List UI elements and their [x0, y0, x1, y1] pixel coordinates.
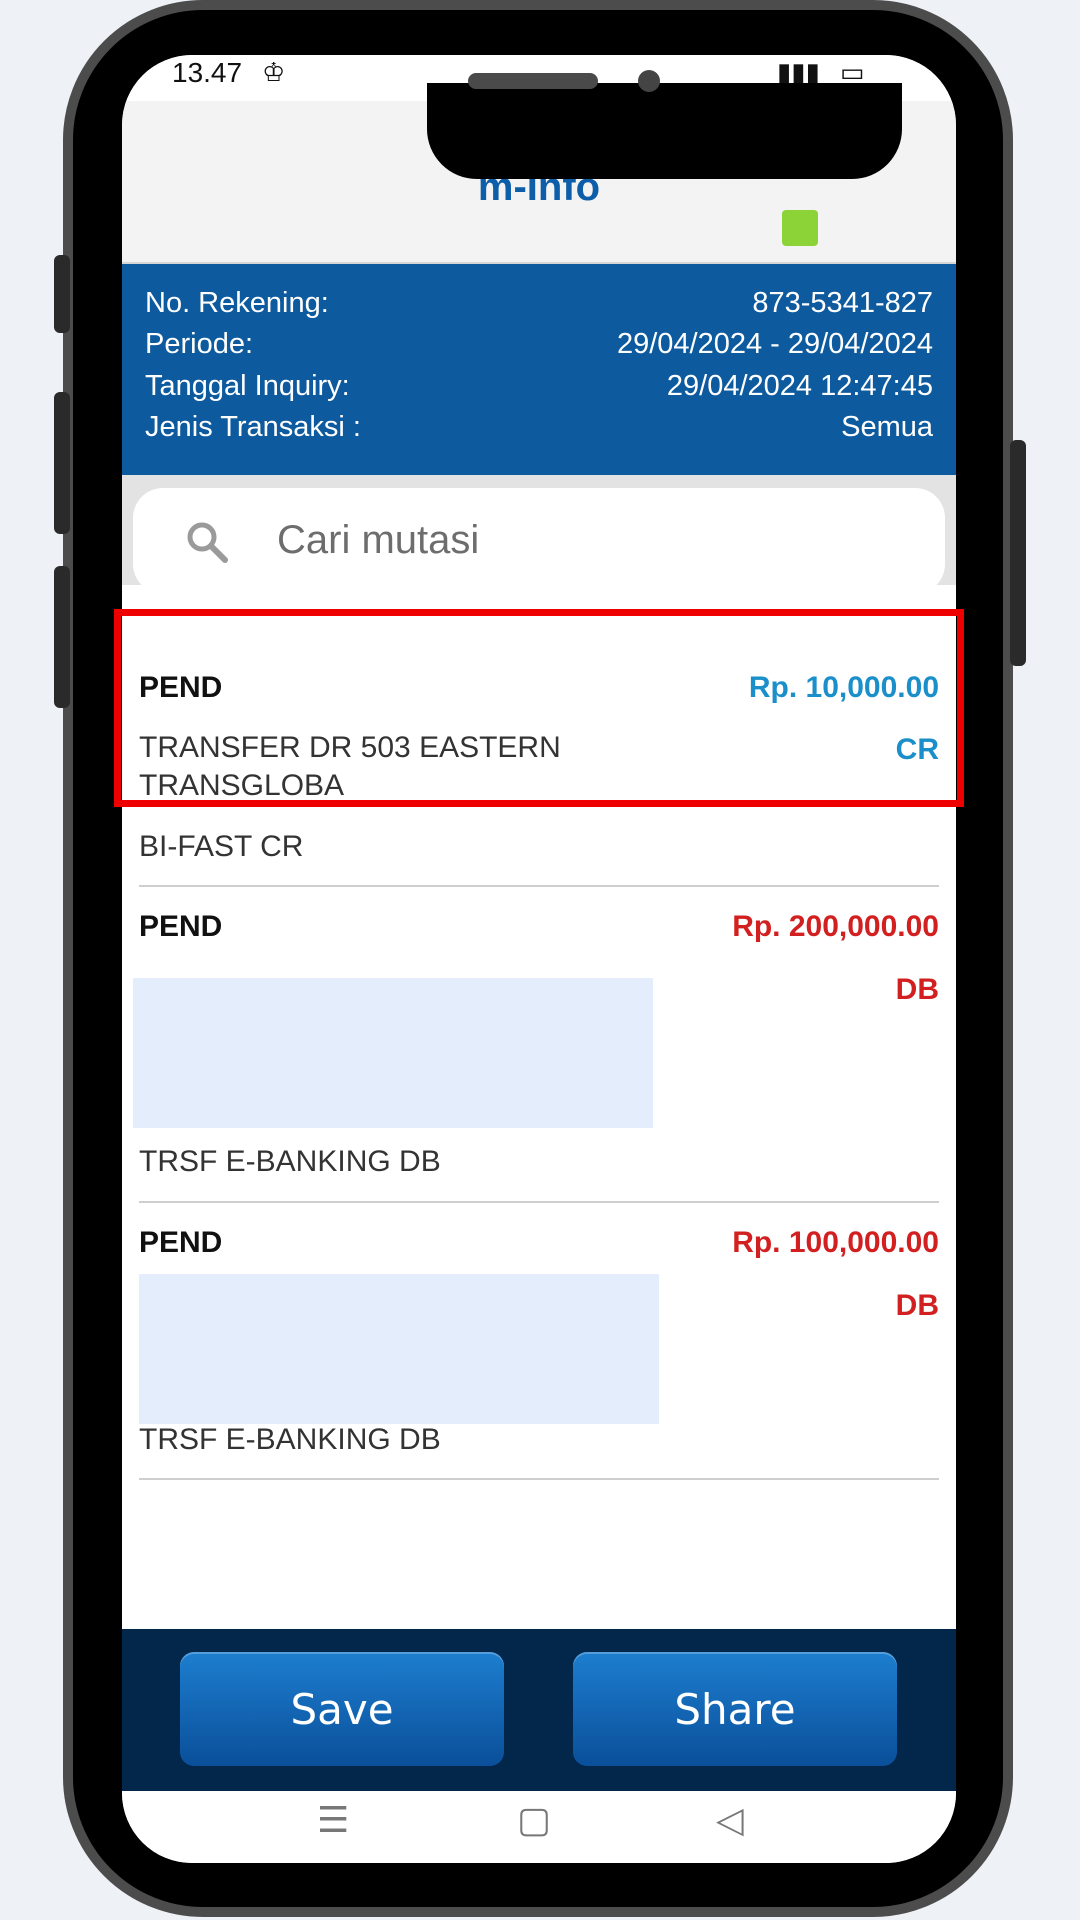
info-value: 873-5341-827 [752, 287, 933, 319]
front-camera [638, 70, 660, 92]
screen: 13.47 ♔ ▮▮▮ ▭ m-Info No. Rekening: 873-5… [122, 55, 956, 1863]
volume-down-button [54, 566, 70, 708]
info-label: Jenis Transaksi : [145, 411, 361, 443]
transaction-subtitle: BI-FAST CR [139, 830, 304, 863]
search-icon [187, 522, 228, 563]
connection-status-indicator [782, 210, 818, 246]
power-button [1010, 440, 1026, 666]
search-box[interactable] [133, 488, 945, 594]
system-nav-bar: ☰ ▢ ◁ [122, 1791, 956, 1863]
redacted-description [133, 978, 653, 1128]
info-value: 29/04/2024 12:47:45 [666, 370, 933, 402]
transaction-amount: Rp. 100,000.00 [732, 1226, 939, 1259]
info-value: 29/04/2024 - 29/04/2024 [616, 328, 933, 360]
info-row-transaction-type: Jenis Transaksi : Semua [145, 411, 933, 451]
info-value: Semua [841, 411, 933, 443]
info-label: Periode: [145, 328, 254, 360]
back-icon[interactable]: ◁ [716, 1799, 744, 1841]
info-label: Tanggal Inquiry: [145, 370, 350, 402]
share-button[interactable]: Share [573, 1652, 897, 1766]
transaction-subtitle: TRSF E-BANKING DB [139, 1423, 441, 1456]
home-icon[interactable]: ▢ [517, 1799, 551, 1841]
info-row-account-number: No. Rekening: 873-5341-827 [145, 287, 933, 327]
recent-apps-icon[interactable]: ☰ [317, 1799, 349, 1841]
info-row-period: Periode: 29/04/2024 - 29/04/2024 [145, 328, 933, 368]
highlight-box [114, 609, 964, 807]
transaction-amount: Rp. 200,000.00 [732, 910, 939, 943]
action-bar: Save Share [122, 1629, 956, 1791]
earpiece-speaker [468, 73, 598, 89]
volume-button [54, 255, 70, 333]
transaction-status: PEND [139, 910, 223, 943]
volume-up-button [54, 392, 70, 534]
save-button[interactable]: Save [180, 1652, 504, 1766]
transaction-type: DB [895, 973, 939, 1006]
divider [139, 1478, 939, 1480]
camera-notch [427, 83, 902, 179]
account-info-panel: No. Rekening: 873-5341-827 Periode: 29/0… [122, 264, 956, 475]
redacted-description [139, 1274, 659, 1424]
transaction-subtitle: TRSF E-BANKING DB [139, 1145, 441, 1178]
search-bar [122, 475, 956, 594]
info-row-inquiry-date: Tanggal Inquiry: 29/04/2024 12:47:45 [145, 370, 933, 410]
divider [139, 885, 939, 887]
search-input[interactable] [275, 504, 879, 576]
status-time: 13.47 [172, 57, 243, 88]
divider [139, 1201, 939, 1203]
transaction-status: PEND [139, 1226, 223, 1259]
transaction-type: DB [895, 1289, 939, 1322]
info-label: No. Rekening: [145, 287, 329, 319]
notification-icon: ♔ [262, 57, 286, 87]
